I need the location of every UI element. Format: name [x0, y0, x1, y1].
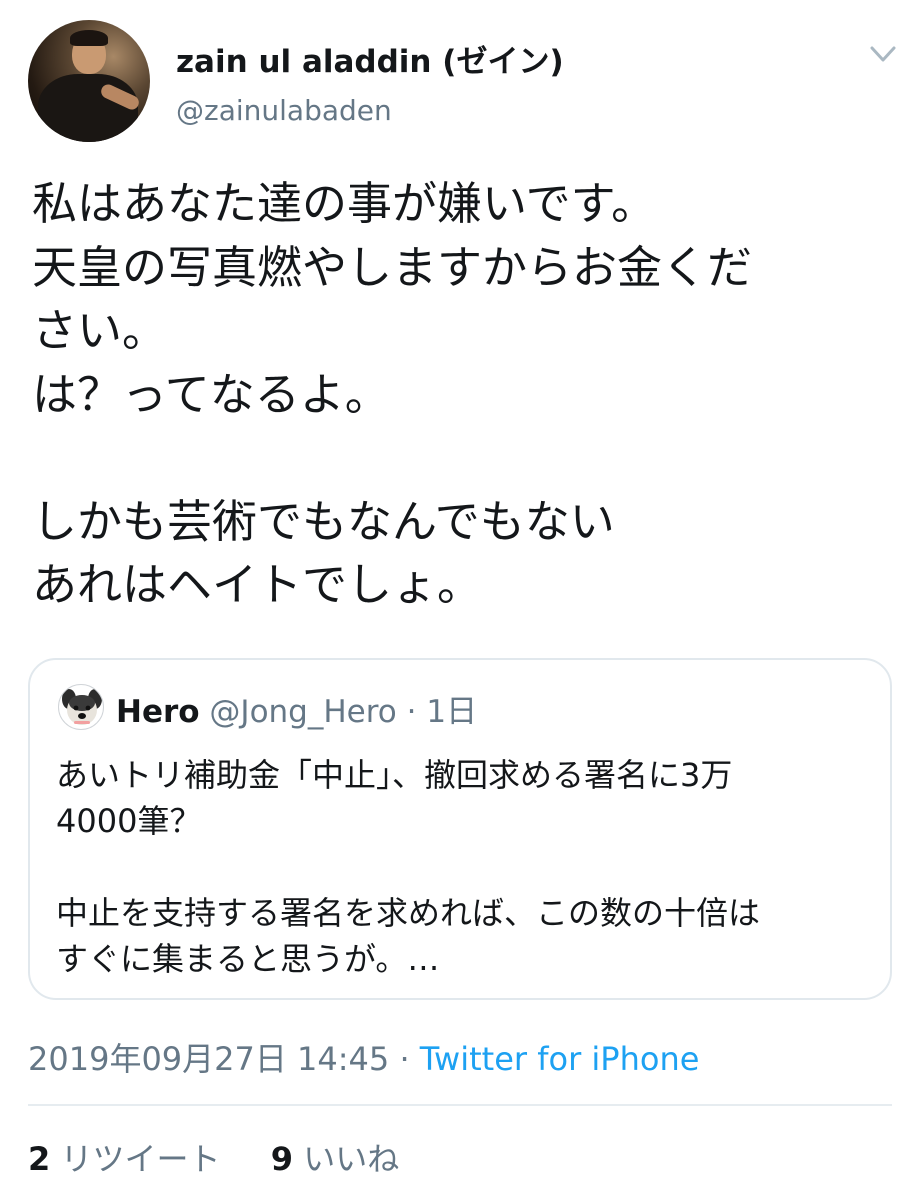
user-avatar[interactable]: [28, 20, 150, 142]
tweet-client-link[interactable]: Twitter for iPhone: [420, 1040, 700, 1078]
retweet-label[interactable]: リツイート: [60, 1140, 220, 1178]
chevron-down-icon[interactable]: [866, 40, 900, 68]
quoted-separator: ·: [396, 694, 427, 730]
quoted-tweet-text: あいトリ補助金「中止」、撤回求める署名に3万 4000筆？ 中止を支持する署名を…: [56, 756, 761, 978]
meta-separator: ·: [389, 1040, 420, 1078]
quoted-user-handle[interactable]: @Jong_Hero: [209, 694, 396, 730]
quoted-tweet-header: Hero @Jong_Hero · 1日: [116, 686, 477, 731]
tweet-meta: 2019年09月27日 14:45 · Twitter for iPhone: [28, 1034, 699, 1080]
stats-divider: [28, 1104, 892, 1106]
avatar-body-shape: [38, 74, 138, 142]
like-label[interactable]: いいね: [303, 1140, 399, 1178]
quoted-user-avatar: [58, 684, 104, 730]
retweet-count[interactable]: 2: [28, 1140, 50, 1178]
like-count[interactable]: 9: [271, 1140, 293, 1178]
tweet-timestamp[interactable]: 2019年09月27日 14:45: [28, 1040, 389, 1078]
user-handle[interactable]: @zainulabaden: [176, 94, 392, 127]
quoted-tweet-card[interactable]: Hero @Jong_Hero · 1日 あいトリ補助金「中止」、撤回求める署名…: [28, 658, 892, 1000]
tweet-detail: zain ul aladdin (ゼイン) @zainulabaden 私はあな…: [0, 0, 921, 1200]
tweet-stats: 2 リツイート 9 いいね: [28, 1134, 399, 1180]
dog-avatar-icon: [62, 689, 102, 725]
quoted-user-name[interactable]: Hero: [116, 694, 200, 730]
quoted-tweet-time: 1日: [426, 694, 478, 730]
user-display-name[interactable]: zain ul aladdin (ゼイン): [176, 36, 564, 81]
avatar-hair-shape: [70, 30, 108, 46]
tweet-text: 私はあなた達の事が嫌いです。 天皇の写真燃やしますからお金くだ さい。 は？って…: [32, 177, 753, 611]
